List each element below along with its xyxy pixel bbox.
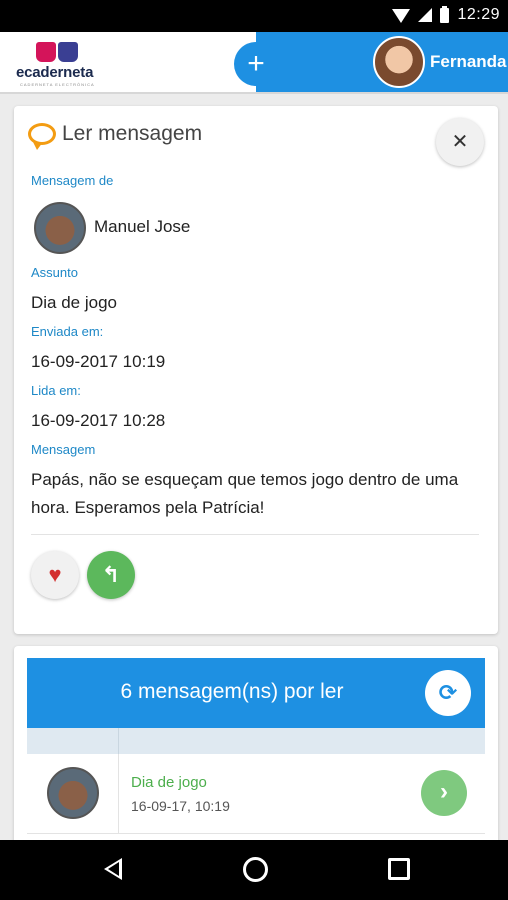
status-time: 12:29 (457, 6, 500, 23)
signal-icon (418, 8, 433, 22)
body-label: Mensagem (31, 442, 96, 457)
sent-label: Enviada em: (31, 324, 104, 339)
battery-icon (440, 5, 450, 23)
heart-icon: ♥ (48, 562, 62, 587)
user-avatar[interactable] (373, 36, 425, 88)
refresh-button[interactable]: ⟳ (425, 670, 471, 716)
read-message-card: Ler mensagem ✕ Mensagem de Manuel Jose A… (14, 106, 498, 634)
wifi-icon (392, 9, 411, 23)
navigation-bar (0, 840, 508, 900)
speech-bubble-icon (28, 123, 56, 150)
logo-block-blue (58, 42, 78, 62)
refresh-icon: ⟳ (438, 680, 458, 705)
recent-apps-icon[interactable] (388, 858, 410, 880)
row-sender-avatar (47, 767, 99, 819)
add-button[interactable]: + (234, 42, 278, 86)
logo-block-pink (36, 42, 56, 62)
logo-subtitle: CADERNETA ELECTRÓNICA (20, 82, 95, 87)
subject-label: Assunto (31, 265, 78, 280)
app-logo[interactable]: ecaderneta CADERNETA ELECTRÓNICA (16, 40, 126, 88)
unread-messages-card: 6 mensagem(ns) por ler ⟳ Dia de jogo 16-… (14, 646, 498, 856)
table-header (27, 728, 485, 754)
unread-title: 6 mensagem(ns) por ler (120, 680, 344, 703)
close-button[interactable]: ✕ (436, 118, 484, 166)
reply-icon: ↰ (101, 562, 121, 587)
from-label: Mensagem de (31, 173, 114, 188)
home-icon[interactable] (243, 857, 268, 882)
chevron-right-icon: › (440, 778, 448, 805)
subject-value: Dia de jogo (31, 293, 118, 312)
open-message-button[interactable]: › (421, 770, 467, 816)
like-button[interactable]: ♥ (31, 551, 79, 599)
status-bar: 12:29 (0, 0, 508, 32)
divider (31, 534, 479, 535)
column-separator (118, 728, 119, 754)
row-subject[interactable]: Dia de jogo (131, 774, 207, 791)
read-value: 16-09-2017 10:28 (31, 411, 166, 430)
card-title: Ler mensagem (28, 122, 203, 150)
card-title-text: Ler mensagem (62, 122, 203, 145)
user-name[interactable]: Fernanda (430, 52, 507, 72)
row-date: 16-09-17, 10:19 (131, 798, 230, 814)
sender-name: Manuel Jose (94, 217, 191, 236)
sent-value: 16-09-2017 10:19 (31, 352, 166, 371)
app-header: ecaderneta CADERNETA ELECTRÓNICA + Ferna… (0, 32, 508, 94)
unread-header: 6 mensagem(ns) por ler ⟳ (27, 658, 485, 728)
table-row[interactable]: Dia de jogo 16-09-17, 10:19 › (27, 754, 485, 834)
back-icon[interactable] (104, 858, 122, 880)
sender-avatar (34, 202, 86, 254)
read-label: Lida em: (31, 383, 81, 398)
logo-text: ecaderneta (16, 64, 94, 81)
message-body: Papás, não se esqueçam que temos jogo de… (31, 470, 459, 517)
reply-button[interactable]: ↰ (87, 551, 135, 599)
status-icons: 12:29 (392, 5, 500, 24)
column-separator (118, 754, 119, 834)
